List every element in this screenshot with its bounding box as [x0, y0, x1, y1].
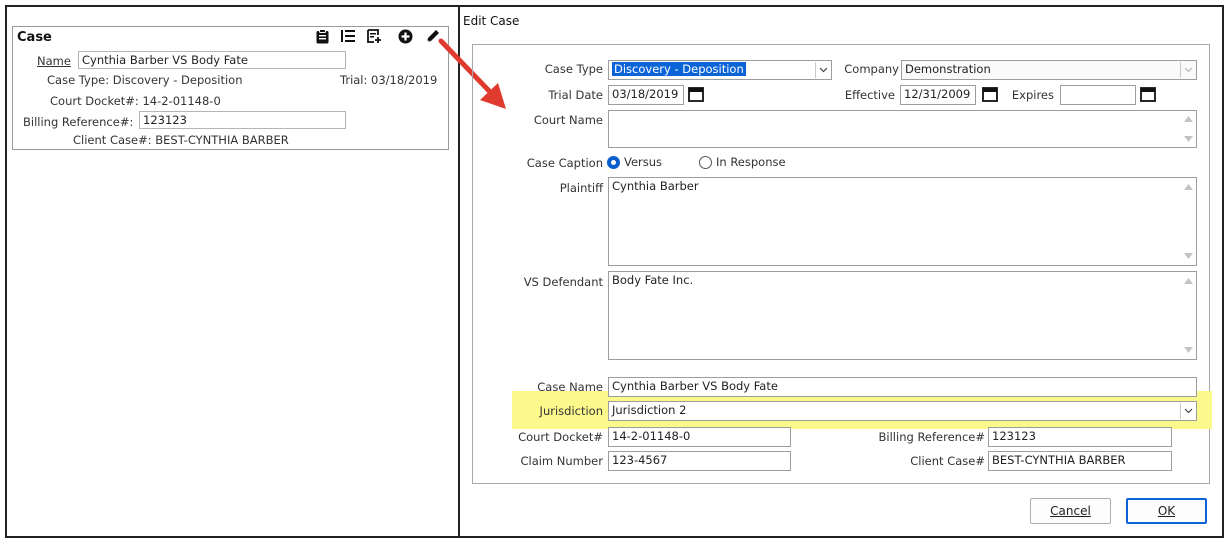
radio-unselected-icon[interactable] — [699, 155, 712, 169]
scroll-down-icon[interactable] — [1181, 343, 1195, 357]
defendant-label: VS Defendant — [523, 275, 603, 289]
list-icon[interactable] — [340, 28, 356, 44]
court-name-label: Court Name — [533, 113, 603, 127]
name-label: Name — [37, 54, 71, 68]
add-note-icon[interactable] — [366, 28, 382, 44]
claim-number-label: Claim Number — [520, 454, 603, 468]
scroll-down-icon[interactable] — [1181, 132, 1195, 146]
case-type-label: Case Type — [544, 62, 603, 76]
billing-reference-input[interactable]: 123123 — [988, 427, 1172, 447]
trial-text: Trial: 03/18/2019 — [340, 73, 438, 87]
plaintiff-label: Plaintiff — [559, 181, 603, 195]
billing-label: Billing Reference#: — [23, 115, 134, 129]
expires-input[interactable] — [1060, 85, 1136, 105]
calendar-icon[interactable] — [688, 86, 704, 105]
billing-reference-label: Billing Reference# — [878, 430, 985, 444]
company-value: Demonstration — [905, 62, 991, 76]
calendar-icon[interactable] — [982, 86, 998, 105]
trial-date-label: Trial Date — [548, 88, 603, 102]
case-type-select[interactable]: Discovery - Deposition — [608, 60, 832, 80]
jurisdiction-label: Jurisdiction — [539, 404, 603, 418]
case-name-input[interactable]: Cynthia Barber VS Body Fate — [608, 377, 1197, 397]
billing-value: 123123 — [139, 111, 346, 129]
expires-label: Expires — [1011, 88, 1054, 102]
calendar-icon[interactable] — [1140, 86, 1156, 105]
client-case-input[interactable]: BEST-CYNTHIA BARBER — [988, 451, 1172, 471]
case-caption-label: Case Caption — [526, 156, 603, 170]
court-docket-text: Court Docket#: 14-2-01148-0 — [50, 94, 221, 108]
scroll-up-icon[interactable] — [1181, 180, 1195, 194]
radio-versus[interactable]: Versus — [607, 155, 662, 169]
plus-circle-icon[interactable] — [397, 28, 413, 44]
clipboard-icon[interactable] — [314, 28, 330, 44]
radio-selected-icon[interactable] — [607, 155, 620, 169]
claim-number-input[interactable]: 123-4567 — [608, 451, 791, 471]
name-value: Cynthia Barber VS Body Fate — [78, 51, 346, 69]
radio-in-response[interactable]: In Response — [699, 155, 786, 169]
case-type-value: Discovery - Deposition — [612, 62, 746, 76]
jurisdiction-select[interactable]: Jurisdiction 2 — [608, 401, 1197, 421]
chevron-down-icon[interactable] — [815, 62, 830, 78]
scroll-up-icon[interactable] — [1181, 274, 1195, 288]
trial-date-input[interactable]: 03/18/2019 — [608, 85, 684, 105]
scroll-down-icon[interactable] — [1181, 249, 1195, 263]
court-docket-input[interactable]: 14-2-01148-0 — [608, 427, 791, 447]
effective-label: Effective — [844, 88, 895, 102]
dialog-title: Edit Case — [463, 14, 520, 28]
cancel-button[interactable]: Cancel — [1030, 498, 1111, 524]
client-case-text: Client Case#: BEST-CYNTHIA BARBER — [73, 133, 289, 147]
plaintiff-textarea[interactable]: Cynthia Barber — [608, 177, 1197, 266]
effective-input[interactable]: 12/31/2009 — [900, 85, 976, 105]
jurisdiction-value: Jurisdiction 2 — [612, 403, 687, 417]
case-name-label: Case Name — [537, 380, 603, 394]
ok-button[interactable]: OK — [1126, 498, 1207, 524]
chevron-down-icon[interactable] — [1180, 403, 1195, 419]
case-card — [12, 26, 449, 150]
case-type-text: Case Type: Discovery - Deposition — [47, 73, 243, 87]
case-card-title: Case — [17, 30, 52, 45]
company-label: Company — [844, 62, 899, 76]
court-docket-label: Court Docket# — [518, 430, 603, 444]
company-select[interactable]: Demonstration — [901, 60, 1197, 80]
defendant-textarea[interactable]: Body Fate Inc. — [608, 271, 1197, 360]
scroll-up-icon[interactable] — [1181, 112, 1195, 126]
court-name-input[interactable] — [608, 110, 1197, 148]
client-case-label: Client Case# — [910, 454, 985, 468]
chevron-down-icon[interactable] — [1180, 62, 1195, 78]
